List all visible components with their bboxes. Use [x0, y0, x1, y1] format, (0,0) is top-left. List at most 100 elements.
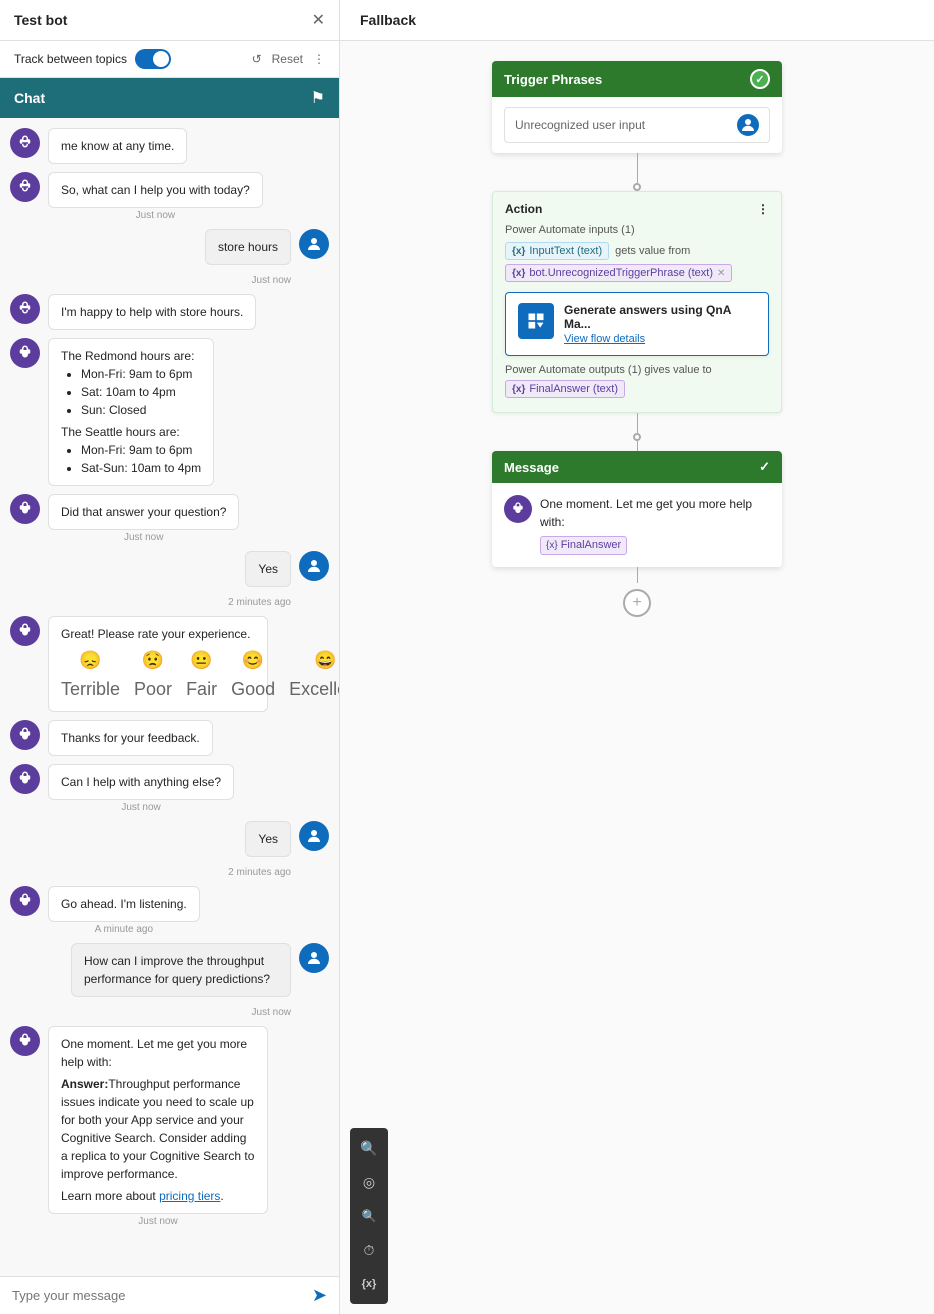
- tag-close-icon[interactable]: ✕: [717, 268, 725, 279]
- msg-row: So, what can I help you with today? Just…: [10, 172, 329, 221]
- good-emoji: 😊: [242, 647, 264, 674]
- msg-time: Just now: [48, 210, 263, 221]
- left-panel: Test bot ✕ Track between topics ↺ Reset …: [0, 0, 340, 1314]
- msg-row: Great! Please rate your experience. 😞 Te…: [10, 616, 329, 712]
- list-item: Sat: 10am to 4pm: [81, 383, 201, 401]
- reset-label[interactable]: Reset: [272, 52, 303, 66]
- poor-emoji: 😟: [142, 647, 164, 674]
- rating-row: 😞 Terrible 😟 Poor 😐 Fair 😊: [61, 647, 255, 703]
- clock-icon[interactable]: ⏱: [353, 1234, 385, 1266]
- close-icon[interactable]: ✕: [312, 10, 325, 30]
- user-avatar: [299, 551, 329, 581]
- msg-row-user: store hours: [10, 229, 329, 265]
- track-label: Track between topics: [14, 52, 127, 66]
- list-item: Mon-Fri: 9am to 6pm: [81, 441, 201, 459]
- trigger-section: Trigger Phrases ✓ Unrecognized user inpu…: [492, 61, 782, 191]
- generate-title: Generate answers using QnA Ma...: [564, 303, 756, 331]
- chat-header: Chat ⚑: [0, 78, 339, 118]
- variable-label: bot.UnrecognizedTriggerPhrase (text): [529, 267, 713, 279]
- more-icon[interactable]: ⋮: [757, 202, 769, 216]
- msg-text: Yes: [258, 832, 278, 846]
- msg-bubble: I'm happy to help with store hours.: [48, 294, 256, 330]
- zoom-out-icon[interactable]: 🔍: [353, 1200, 385, 1232]
- rating-excellent[interactable]: 😄 Excellent: [289, 647, 339, 703]
- msg-time: A minute ago: [48, 924, 200, 935]
- msg-row: Did that answer your question? Just now: [10, 494, 329, 543]
- answer-intro: One moment. Let me get you more help wit…: [61, 1035, 255, 1071]
- rating-good[interactable]: 😊 Good: [231, 647, 275, 703]
- msg-row: me know at any time.: [10, 128, 329, 164]
- input-text-tag: {x} InputText (text): [505, 242, 609, 260]
- add-button[interactable]: +: [623, 589, 651, 617]
- rating-terrible[interactable]: 😞 Terrible: [61, 647, 120, 703]
- track-toggle[interactable]: [135, 49, 171, 69]
- hours-text: The Redmond hours are:: [61, 347, 201, 365]
- flag-icon[interactable]: ⚑: [311, 88, 325, 108]
- outputs-label: Power Automate outputs (1) gives value t…: [505, 364, 769, 376]
- msg-time: 2 minutes ago: [10, 867, 291, 878]
- tag-label: InputText (text): [529, 245, 602, 257]
- message-var-row: {x} FinalAnswer: [540, 535, 770, 555]
- fair-label: Fair: [186, 676, 217, 703]
- bot-avatar: [10, 128, 40, 158]
- terrible-label: Terrible: [61, 676, 120, 703]
- list-item: Sun: Closed: [81, 401, 201, 419]
- reset-area[interactable]: ↺ Reset ⋮: [252, 52, 325, 66]
- msg-time: Just now: [10, 275, 291, 286]
- bot-avatar: [10, 764, 40, 794]
- fair-emoji: 😐: [190, 647, 212, 674]
- toggle-knob: [153, 51, 169, 67]
- tag-icon3: {x}: [512, 384, 525, 395]
- inputs-label: Power Automate inputs (1): [505, 224, 769, 236]
- target-icon[interactable]: ◎: [353, 1166, 385, 1198]
- tag-icon: {x}: [512, 246, 525, 257]
- chat-toolbar: Track between topics ↺ Reset ⋮: [0, 41, 339, 78]
- msg-bubble: Go ahead. I'm listening.: [48, 886, 200, 922]
- right-panel-header: Fallback: [340, 0, 934, 41]
- msg-bubble-user: store hours: [205, 229, 291, 265]
- message-bot-row: One moment. Let me get you more help wit…: [504, 495, 770, 555]
- thanks-text: Thanks for your feedback.: [61, 731, 200, 745]
- connector-dot: [633, 183, 641, 191]
- pa-variable-row: {x} bot.UnrecognizedTriggerPhrase (text)…: [505, 264, 769, 282]
- msg-time: 2 minutes ago: [10, 597, 291, 608]
- send-icon[interactable]: ➤: [312, 1285, 327, 1306]
- rating-poor[interactable]: 😟 Poor: [134, 647, 172, 703]
- fallback-title: Fallback: [360, 12, 416, 28]
- rate-text: Great! Please rate your experience.: [61, 625, 255, 643]
- message-section: Message ✓ One moment. Let me get you mor…: [492, 451, 782, 617]
- msg-row-user: Yes: [10, 551, 329, 587]
- msg-text: me know at any time.: [61, 139, 174, 153]
- msg-text: Yes: [258, 562, 278, 576]
- msg-row: The Redmond hours are: Mon-Fri: 9am to 6…: [10, 338, 329, 486]
- generate-icon: [518, 303, 554, 339]
- gets-value-text: gets value from: [615, 245, 690, 257]
- msg-row: Go ahead. I'm listening. A minute ago: [10, 886, 329, 935]
- variable-icon[interactable]: {x}: [353, 1268, 385, 1300]
- view-flow-link[interactable]: View flow details: [564, 333, 756, 345]
- msg-bubble-thanks: Thanks for your feedback.: [48, 720, 213, 756]
- msg-row-user: How can I improve the throughput perform…: [10, 943, 329, 997]
- msg-bubble: Can I help with anything else?: [48, 764, 234, 800]
- bot-avatar: [10, 720, 40, 750]
- canvas-area: Trigger Phrases ✓ Unrecognized user inpu…: [340, 41, 934, 1314]
- msg-bubble-rating: Great! Please rate your experience. 😞 Te…: [48, 616, 268, 712]
- terrible-emoji: 😞: [79, 647, 101, 674]
- chat-input[interactable]: [12, 1288, 312, 1303]
- rating-fair[interactable]: 😐 Fair: [186, 647, 217, 703]
- pricing-tiers-link[interactable]: pricing tiers: [159, 1189, 220, 1203]
- msg-card-text: One moment. Let me get you more help wit…: [540, 495, 770, 555]
- zoom-in-icon[interactable]: 🔍: [353, 1132, 385, 1164]
- message-card-header: Message ✓: [492, 451, 782, 483]
- msg-text: Can I help with anything else?: [61, 775, 221, 789]
- bot-avatar: [10, 886, 40, 916]
- msg-text: How can I improve the throughput perform…: [84, 954, 270, 986]
- action-card-header: Action ⋮: [505, 202, 769, 216]
- msg-row: Thanks for your feedback.: [10, 720, 329, 756]
- track-toggle-row: Track between topics: [14, 49, 171, 69]
- bot-avatar: [10, 1026, 40, 1056]
- bot-title: Test bot: [14, 12, 67, 28]
- more-icon[interactable]: ⋮: [313, 52, 325, 66]
- trigger-phrase-input[interactable]: Unrecognized user input: [504, 107, 770, 143]
- phrase-label: Unrecognized user input: [515, 118, 645, 132]
